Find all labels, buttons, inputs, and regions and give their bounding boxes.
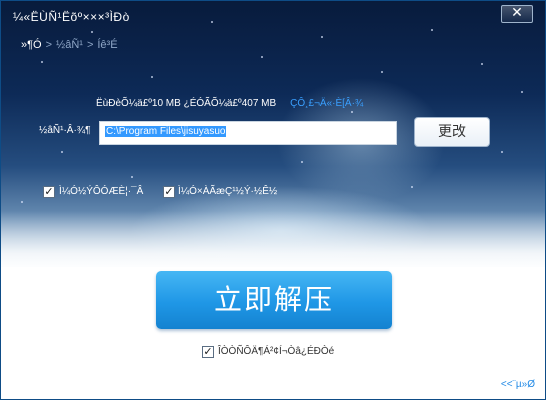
space-link[interactable]: ÇÔ¸£¬Ä«·È[Â·¾ [290,98,363,109]
agreement-label: ÎÒÒÑÔÄ¶Á²¢Í¬Òâ¿ÉÐ­Òé [218,346,335,357]
step-finish: Íê³É [97,39,118,51]
step-separator: > [86,39,94,51]
window-title: ¼«ËÙÑ¹Ëõº×××³ÌÐò [13,10,130,24]
change-path-button[interactable]: 更改 [414,117,490,147]
install-path-input[interactable]: C:\Program Files\jisuyasuo [99,121,397,145]
close-button[interactable]: ✕ [501,5,533,23]
disk-space-info: ËùÐèÕ¼ä£º10 MB ¿ÉÓÃÕ¼ä£º407 MB ÇÔ¸£¬Ä«·È[… [96,98,363,109]
step-welcome: »¶Ó­ [21,39,42,51]
back-link[interactable]: <<¨µ»Ø [501,379,535,390]
cloud-horizon [1,211,545,267]
agreement-checkbox[interactable]: ✓ [202,346,214,358]
install-path-value: C:\Program Files\jisuyasuo [105,126,227,137]
path-label: ½âÑ¹·Â·¾¶ [39,125,91,136]
space-text: ËùÐèÕ¼ä£º10 MB ¿ÉÓÃÕ¼ä£º407 MB [96,98,277,109]
associate-checkbox[interactable]: ✓ [163,186,175,198]
close-icon: ✕ [511,5,523,21]
step-extract: ½âÑ¹ [56,39,83,51]
associate-label: Ì¼Ó×ÀÃæÇ¹½Ý·½Ê½ [178,186,278,197]
desktop-shortcut-checkbox[interactable]: ✓ [43,186,55,198]
installer-window: ¼«ËÙÑ¹Ëõº×××³ÌÐò ✕ »¶Ó­ > ½âÑ¹ > Íê³É ËùÐèÕ¼… [0,0,546,400]
step-breadcrumb: »¶Ó­ > ½âÑ¹ > Íê³É [21,39,118,51]
step-separator: > [45,39,53,51]
extract-now-button[interactable]: 立即解压 [156,271,392,329]
desktop-shortcut-label: Ì¼Ó½ÝÔÓÆÈ¦·¯Â [59,186,144,197]
